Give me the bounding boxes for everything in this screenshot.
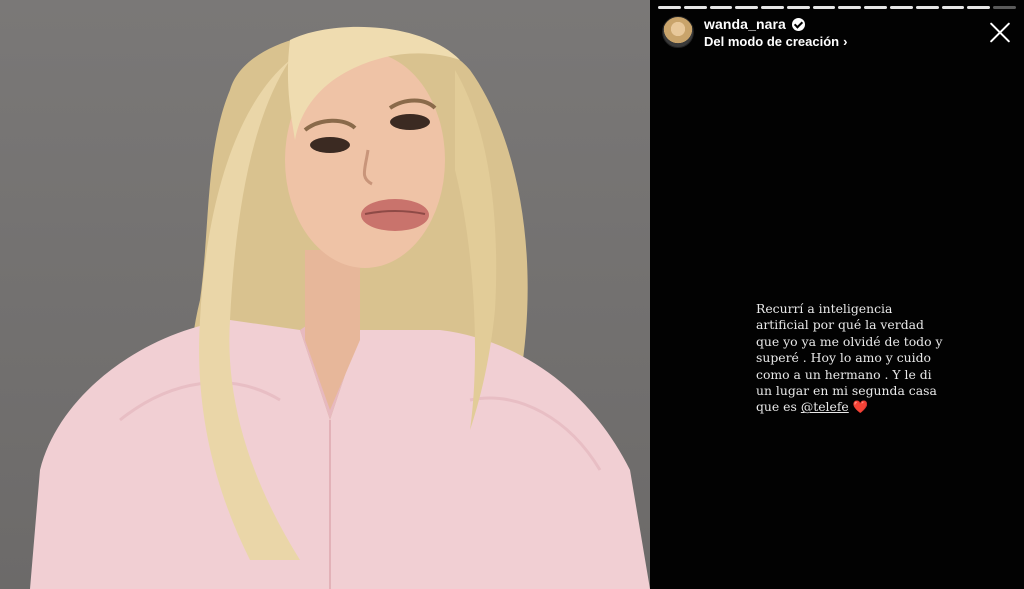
story-text-line: que yo ya me olvidé de todo y [756, 333, 943, 349]
verified-badge-icon [791, 17, 805, 31]
story-progress-segment [709, 6, 733, 9]
story-text-last-line: que es @telefe ❤️ [756, 399, 956, 415]
heart-emoji-icon: ❤️ [852, 399, 869, 415]
story-text-line: un lugar en mi segunda casa [756, 383, 937, 399]
woman-portrait-illustration [30, 26, 650, 589]
story-progress-segment [864, 6, 888, 9]
story-text-line: superé . Hoy lo amo y cuido [756, 350, 931, 366]
chevron-right-icon: › [843, 34, 848, 49]
story-progress-segment [838, 6, 862, 9]
story-progress-segment [890, 6, 913, 9]
story-progress-bar [658, 6, 1016, 9]
telefe-mention-link[interactable]: @telefe [801, 399, 849, 414]
story-progress-segment [967, 6, 991, 9]
avatar[interactable] [662, 16, 694, 48]
creation-mode-label: Del modo de creación [704, 34, 840, 49]
creation-mode-link[interactable]: Del modo de creación › [704, 34, 847, 49]
story-progress-segment [915, 6, 939, 9]
story-header: wanda_nara Del modo de creación › [662, 16, 1016, 52]
story-progress-segment [683, 6, 707, 9]
story-progress-segment [941, 6, 965, 9]
user-line: wanda_nara [704, 16, 805, 32]
story-progress-segment [761, 6, 784, 9]
close-icon[interactable] [988, 20, 1012, 44]
promo-photo [0, 0, 650, 589]
story-text: Recurrí a inteligencia artificial por qu… [756, 301, 956, 416]
story-progress-segment [735, 6, 759, 9]
username[interactable]: wanda_nara [704, 16, 786, 32]
story-text-line: como a un hermano . Y le di [756, 366, 932, 382]
story-progress-segment [812, 6, 836, 9]
story-progress-segment [786, 6, 810, 9]
instagram-story[interactable]: wanda_nara Del modo de creación › Recurr… [650, 0, 1024, 589]
story-text-prefix: que es [756, 399, 801, 415]
story-progress-segment [658, 6, 681, 9]
story-text-line: artificial por qué la verdad [756, 317, 924, 333]
story-text-line: Recurrí a inteligencia [756, 301, 893, 316]
story-progress-segment [993, 6, 1016, 9]
